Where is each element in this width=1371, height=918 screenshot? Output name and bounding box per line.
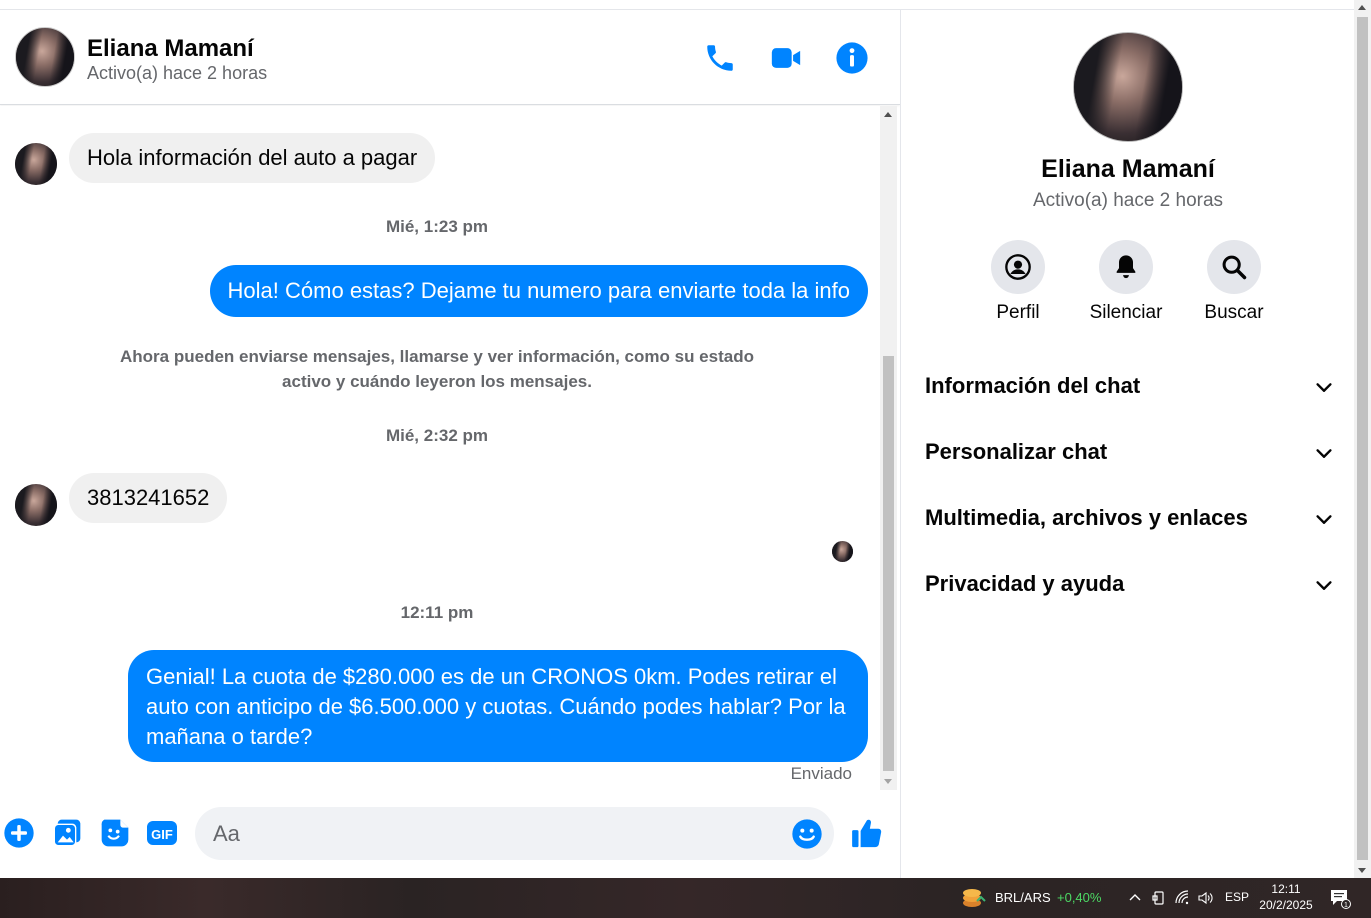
chevron-down-icon [1316,383,1332,392]
browser-top-edge [0,0,1354,10]
emoji-icon[interactable] [791,818,823,850]
notifications-icon[interactable]: 1 [1329,887,1351,909]
message-composer: GIF [0,800,900,870]
messages-scrollbar[interactable] [880,106,897,790]
system-notice: Ahora pueden enviarse mensajes, llamarse… [120,347,754,391]
section-title: Multimedia, archivos y enlaces [925,505,1248,530]
chevron-down-icon [1316,581,1332,590]
message-incoming[interactable]: Hola información del auto a pagar [69,133,436,183]
profile-status: Activo(a) hace 2 horas [1032,190,1224,211]
profile-button[interactable]: Perfil [963,240,1073,324]
gif-icon[interactable]: GIF [146,817,178,849]
chevron-down-icon [1316,515,1332,524]
chevron-down-icon [1316,449,1332,458]
sticker-icon[interactable] [99,817,131,849]
gif-label: GIF [151,827,173,842]
search-button[interactable]: Buscar [1179,240,1289,324]
message-incoming[interactable]: 3813241652 [69,473,228,523]
read-receipt-avatar [832,541,853,562]
search-label: Buscar [1204,302,1264,323]
currency-pair[interactable]: BRL/ARS [995,890,1051,905]
chat-details-panel: Eliana Mamaní Activo(a) hace 2 horas Per… [900,10,1354,878]
windows-taskbar: BRL/ARS +0,40% ESP 12:11 20/2/2025 1 [0,878,1371,918]
message-timestamp: Mié, 1:23 pm [385,217,489,236]
contact-avatar[interactable] [15,27,75,87]
chevron-up-icon[interactable] [1126,889,1144,907]
input-language[interactable]: ESP [1225,890,1249,904]
chat-header: Eliana Mamaní Activo(a) hace 2 horas [0,10,900,105]
message-input[interactable] [213,819,783,849]
scroll-up-arrow-icon[interactable] [1358,5,1366,10]
section-title: Información del chat [925,373,1141,398]
phone-icon[interactable] [703,41,737,75]
bell-icon [1116,255,1136,279]
mute-button[interactable]: Silenciar [1071,240,1181,324]
wifi-icon[interactable] [1174,889,1192,907]
section-privacy-help[interactable]: Privacidad y ayuda [925,565,1335,605]
search-icon [1222,255,1247,280]
profile-label: Perfil [996,302,1040,323]
contact-name[interactable]: Eliana Mamaní [87,35,254,63]
scroll-up-arrow-icon[interactable] [884,112,892,117]
notification-count: 1 [1344,902,1348,909]
sender-avatar[interactable] [15,484,57,526]
volume-icon[interactable] [1197,889,1215,907]
scrollbar-thumb[interactable] [883,356,894,771]
system-clock[interactable]: 12:11 20/2/2025 [1256,881,1316,913]
sender-avatar[interactable] [15,143,57,185]
page-scrollbar-thumb[interactable] [1357,17,1368,860]
currency-ticker-icon[interactable] [962,887,986,909]
currency-change: +0,40% [1057,890,1102,905]
message-timestamp: Mié, 2:32 pm [385,426,489,445]
profile-icon [1005,254,1031,280]
contact-status: Activo(a) hace 2 horas [87,63,268,83]
section-customize-chat[interactable]: Personalizar chat [925,433,1335,473]
section-media-files[interactable]: Multimedia, archivos y enlaces [925,499,1335,539]
sent-status: Enviado [790,764,852,783]
section-title: Personalizar chat [925,439,1108,464]
tablet-mode-icon[interactable] [1150,889,1168,907]
info-icon[interactable] [835,41,869,75]
message-list[interactable]: Hola información del auto a pagar Mié, 1… [0,106,880,790]
like-icon[interactable] [850,816,884,850]
scroll-down-arrow-icon[interactable] [884,779,892,784]
scroll-down-arrow-icon[interactable] [1358,868,1366,873]
image-icon[interactable] [51,817,83,849]
profile-avatar[interactable] [1073,32,1183,142]
video-icon[interactable] [769,41,803,75]
message-outgoing[interactable]: Hola! Cómo estas? Dejame tu numero para … [209,265,868,317]
clock-time: 12:11 [1271,882,1301,896]
plus-icon[interactable] [3,817,35,849]
profile-name: Eliana Mamaní [1041,155,1215,183]
page-scrollbar[interactable] [1354,0,1371,878]
clock-date: 20/2/2025 [1259,898,1313,912]
section-title: Privacidad y ayuda [925,571,1125,596]
message-outgoing[interactable]: Genial! La cuota de $280.000 es de un CR… [128,650,868,762]
section-chat-info[interactable]: Información del chat [925,367,1335,407]
mute-label: Silenciar [1089,302,1163,323]
message-input-box[interactable] [195,807,834,860]
message-timestamp: 12:11 pm [400,603,474,622]
